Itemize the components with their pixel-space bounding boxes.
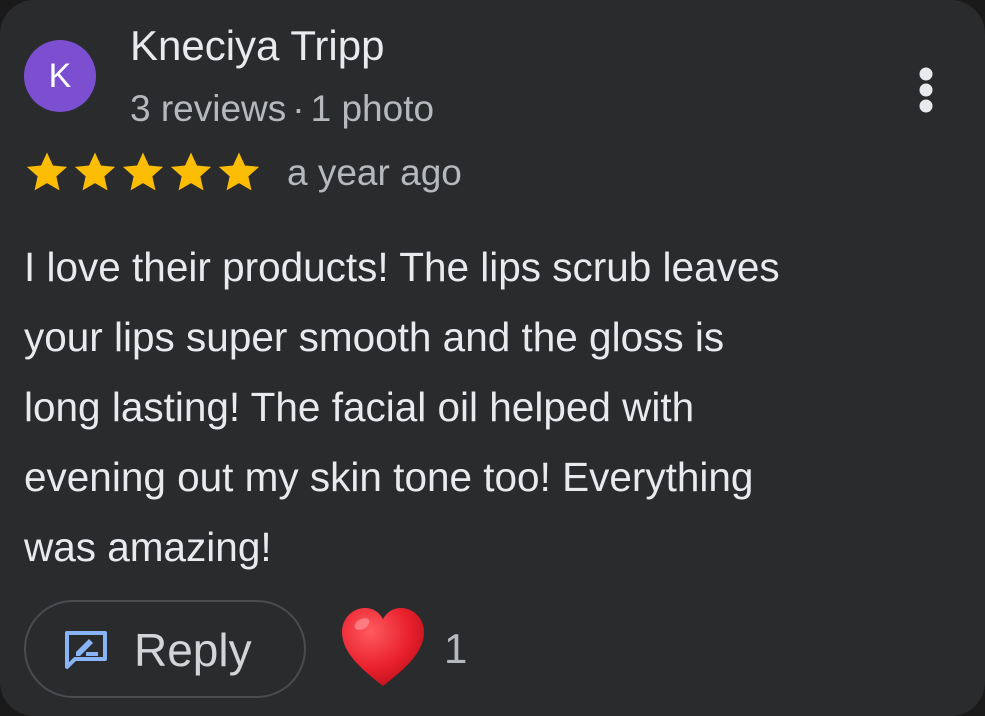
review-text: I love their products! The lips scrub le… — [24, 232, 964, 582]
reaction-count: 1 — [444, 625, 468, 672]
rate-review-icon — [65, 631, 107, 669]
avatar[interactable]: K — [24, 40, 96, 112]
more-vert-icon[interactable] — [906, 66, 946, 114]
star-icon — [218, 152, 260, 191]
review-time: a year ago — [287, 152, 462, 193]
review-text-line: was amazing! — [24, 524, 272, 570]
star-rating — [24, 149, 262, 195]
review-text-line: evening out my skin tone too! Everything — [24, 454, 754, 500]
reply-label: Reply — [134, 624, 252, 676]
reply-button[interactable]: Reply — [24, 600, 306, 698]
meta-separator: · — [292, 88, 305, 129]
review-text-line: I love their products! The lips scrub le… — [24, 244, 780, 290]
star-icon — [74, 152, 116, 191]
reviews-count: 3 reviews — [130, 88, 287, 129]
review-text-line: long lasting! The facial oil helped with — [24, 384, 695, 430]
reviewer-meta: 3 reviews · 1 photo — [130, 86, 434, 132]
star-icon — [26, 152, 68, 191]
avatar-letter: K — [48, 56, 72, 95]
review-text-line: your lips super smooth and the gloss is — [24, 314, 725, 360]
review-card: K Kneciya Tripp 3 reviews · 1 photo a year… — [0, 0, 985, 716]
red-heart-icon[interactable] — [340, 606, 426, 688]
star-icon — [170, 152, 212, 191]
photos-count: 1 photo — [310, 88, 435, 129]
star-icon — [122, 152, 164, 191]
reviewer-name[interactable]: Kneciya Tripp — [130, 20, 384, 72]
